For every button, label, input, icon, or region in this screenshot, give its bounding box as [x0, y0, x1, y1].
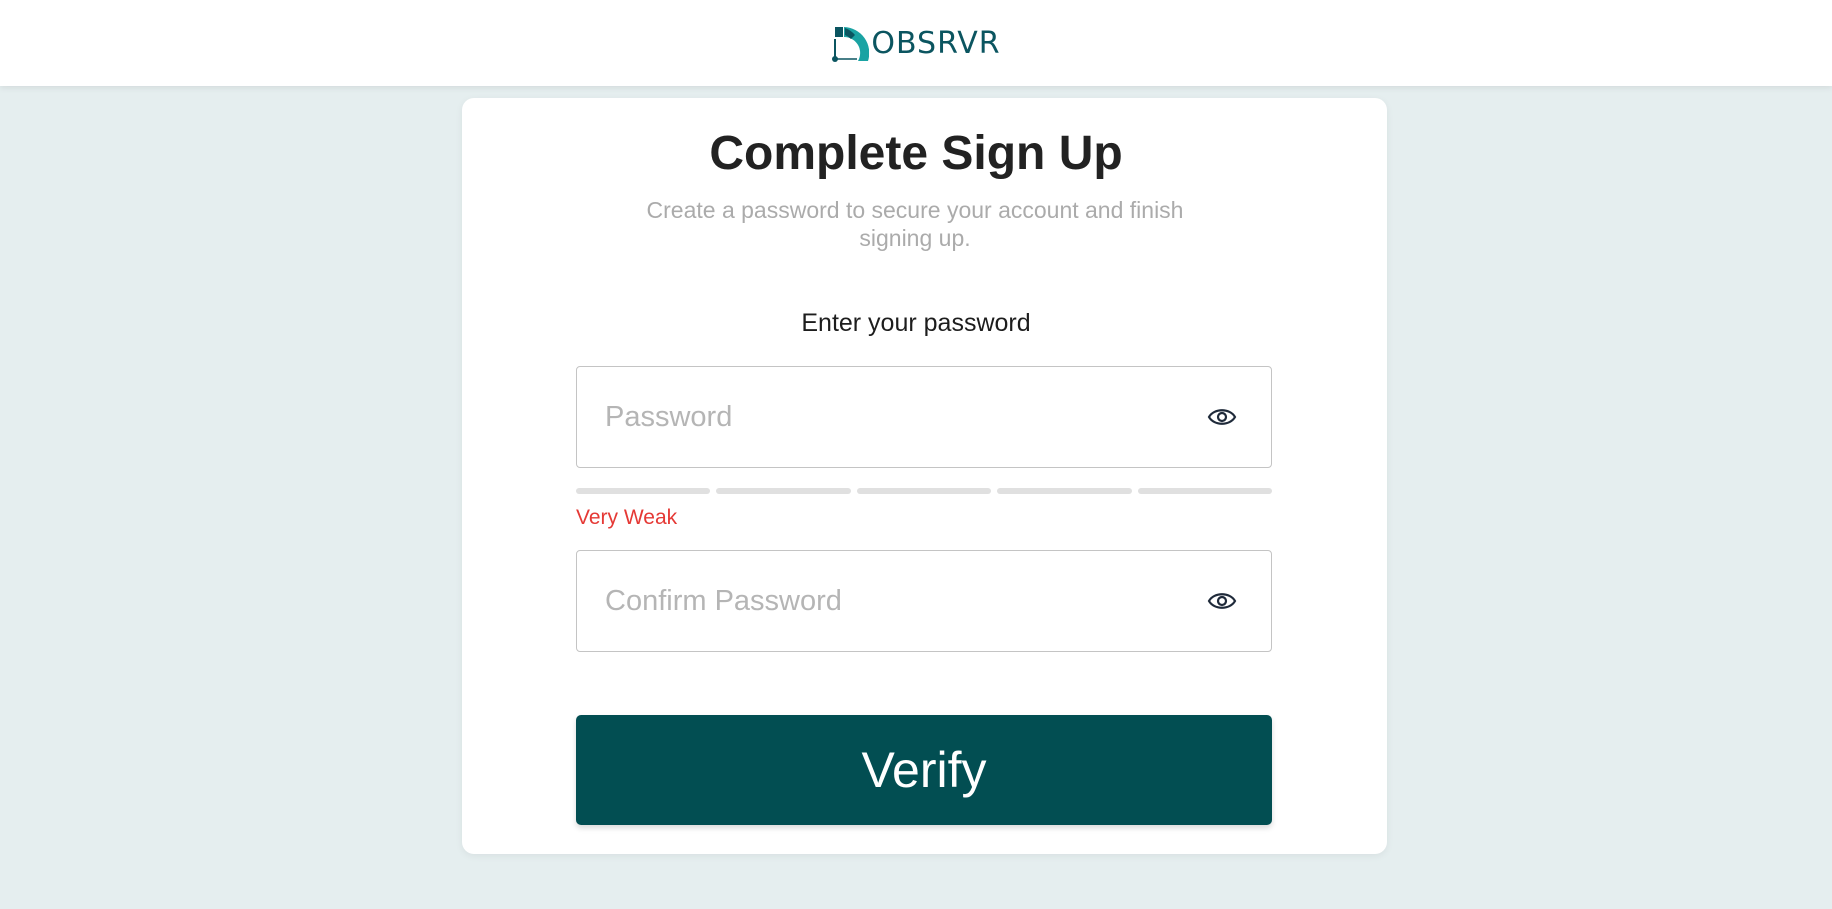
obsrvr-logo[interactable]: OBSRVR	[831, 23, 1000, 63]
verify-button[interactable]: Verify	[576, 715, 1272, 825]
top-header: OBSRVR	[0, 0, 1832, 86]
password-field-label: Enter your password	[801, 309, 1031, 337]
password-input[interactable]	[605, 367, 1165, 467]
password-strength-meter	[576, 488, 1273, 494]
password-strength-label: Very Weak	[576, 506, 678, 529]
confirm-password-field	[576, 550, 1272, 652]
eye-icon[interactable]	[1207, 588, 1237, 614]
strength-segment	[576, 488, 711, 494]
logo-mark-icon	[832, 27, 870, 62]
logo-text: OBSRVR	[871, 25, 1001, 61]
page-title: Complete Sign Up	[709, 127, 1123, 180]
strength-segment	[856, 488, 992, 494]
confirm-password-input[interactable]	[605, 551, 1165, 651]
strength-segment	[1137, 488, 1273, 494]
strength-segment	[716, 488, 851, 494]
strength-segment	[997, 488, 1132, 494]
password-field	[576, 366, 1272, 468]
page-subtitle: Create a password to secure your account…	[646, 197, 1184, 251]
eye-icon[interactable]	[1207, 404, 1237, 430]
